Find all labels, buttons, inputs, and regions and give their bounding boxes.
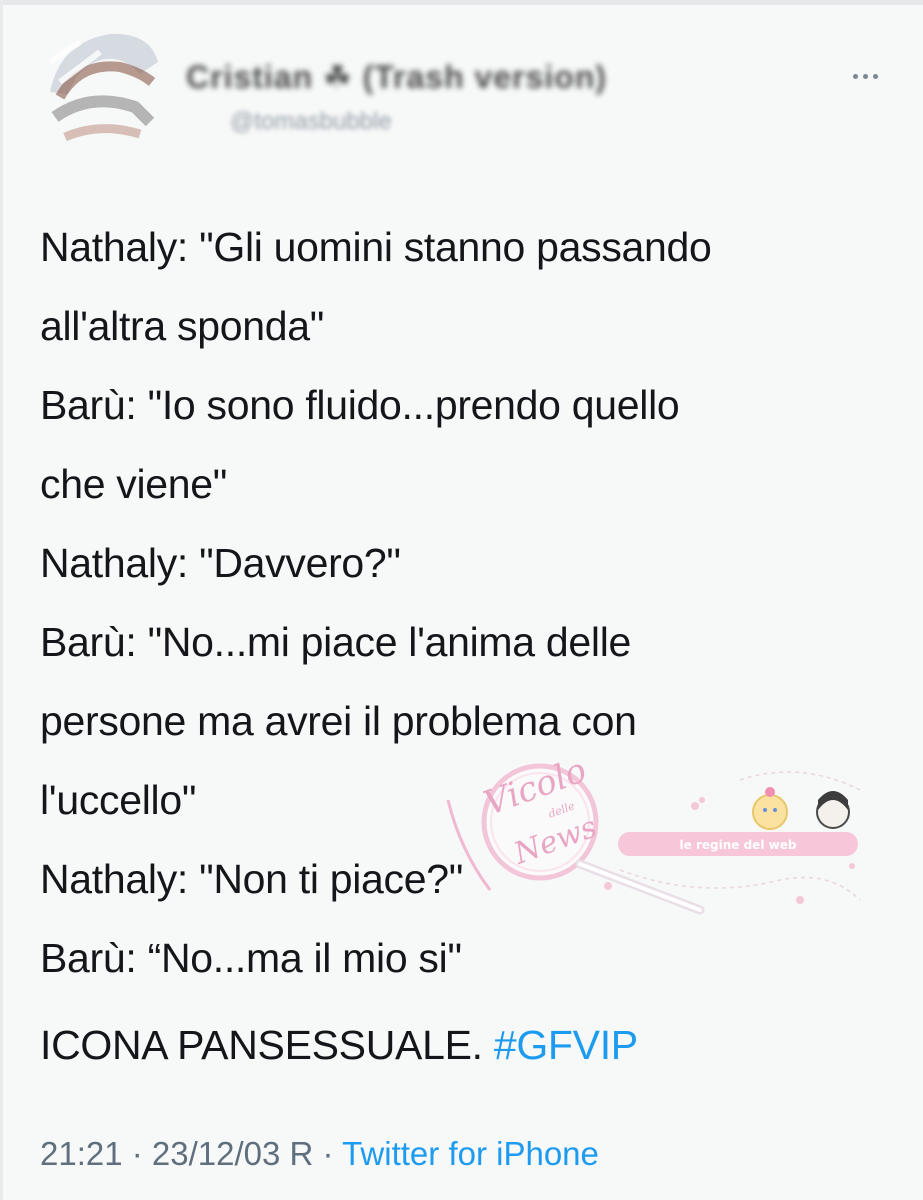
tweet-line: Nathaly: "Davvero?" (40, 540, 401, 586)
avatar-image (48, 33, 158, 142)
user-handle[interactable]: @tomasbubble (230, 108, 392, 136)
left-border (0, 0, 3, 1200)
tweet-line: Nathaly: "Non ti piace?" (40, 856, 464, 902)
tweet-line: Barù: “No...ma il mio si" (40, 935, 462, 981)
display-name[interactable]: Cristian ☘ (Trash version) (186, 58, 607, 96)
timestamp: 21:21 · 23/12/03 R · (40, 1135, 343, 1172)
final-text: ICONA PANSESSUALE. (40, 1022, 494, 1068)
tweet-header: Cristian ☘ (Trash version) @tomasbubble (0, 0, 923, 170)
tweet-metadata: 21:21 · 23/12/03 R · Twitter for iPhone (40, 1135, 599, 1173)
tweet-line: persone ma avrei il problema con (40, 698, 637, 744)
more-horizontal-icon (852, 73, 878, 79)
more-options-button[interactable] (845, 62, 885, 90)
hashtag-link[interactable]: #GFVIP (494, 1022, 638, 1068)
avatar[interactable] (40, 22, 166, 156)
tweet-line: all'altra sponda" (40, 303, 324, 349)
tweet-line: che viene" (40, 461, 228, 507)
tweet-text: Nathaly: "Gli uomini stanno passando all… (40, 208, 900, 1085)
tweet-line: Barù: "No...mi piace l'anima delle (40, 619, 632, 665)
tweet-final-line: ICONA PANSESSUALE. #GFVIP (40, 1006, 900, 1085)
tweet-line: l'uccello" (40, 777, 197, 823)
tweet-line: Barù: "Io sono fluido...prendo quello (40, 382, 680, 428)
tweet-line: Nathaly: "Gli uomini stanno passando (40, 224, 712, 270)
source-link[interactable]: Twitter for iPhone (342, 1135, 599, 1172)
